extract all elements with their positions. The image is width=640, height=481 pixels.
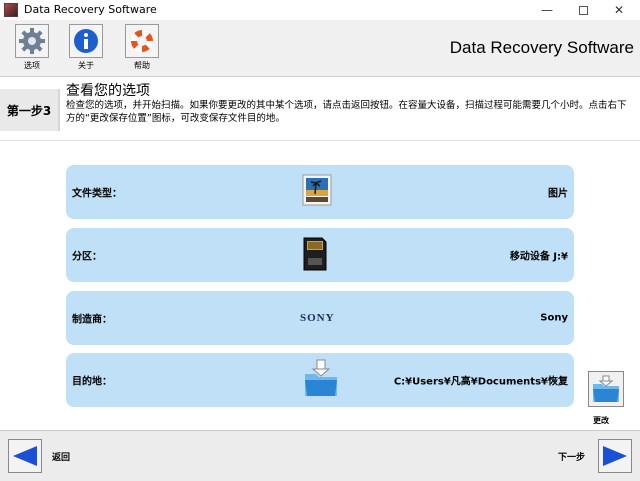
brand-title: Data Recovery Software (449, 38, 634, 57)
step-description: 检查您的选项，并开始扫描。如果你要更改的其中某个选项，请点击返回按钮。在容量大设… (66, 100, 627, 124)
lifebuoy-icon (125, 24, 159, 58)
file-type-card: 文件类型： 图片 (66, 165, 574, 219)
help-button[interactable]: 帮助 (122, 24, 162, 72)
change-label: 更改 (593, 416, 609, 425)
window-title: Data Recovery Software (24, 3, 157, 16)
step-heading: 查看您的选项 (66, 83, 150, 99)
back-button[interactable] (8, 439, 42, 473)
folder-download-icon (302, 358, 340, 402)
manufacturer-value: Sony (540, 312, 568, 324)
file-type-value: 图片 (548, 188, 568, 200)
next-button[interactable] (598, 439, 632, 473)
partition-card: 分区： 移动设备 J:¥ (66, 228, 574, 282)
arrow-right-icon (603, 446, 627, 466)
app-icon (4, 3, 18, 17)
manufacturer-card: 制造商： SONY Sony (66, 291, 574, 345)
info-icon (69, 24, 103, 58)
options-button[interactable]: 选项 (12, 24, 52, 72)
minimize-button[interactable]: — (532, 0, 562, 20)
manufacturer-label: 制造商： (72, 314, 112, 326)
arrow-left-icon (13, 446, 37, 466)
picture-icon (302, 174, 332, 210)
folder-change-icon (593, 375, 619, 402)
memory-card-icon (302, 234, 328, 276)
step-badge: 第一步3 (0, 89, 60, 131)
destination-label: 目的地： (72, 376, 112, 388)
sony-logo: SONY (300, 312, 335, 324)
partition-label: 分区： (72, 251, 102, 263)
about-button[interactable]: 关于 (66, 24, 106, 72)
maximize-icon (578, 5, 588, 15)
destination-card: 目的地： C:¥Users¥凡高¥Documents¥恢复 (66, 353, 574, 407)
toolbar: 选项 关于 帮助 Data Recovery Software (0, 20, 640, 76)
title-bar: Data Recovery Software — ✕ (0, 0, 640, 20)
step-header: 第一步3 查看您的选项 检查您的选项，并开始扫描。如果你要更改的其中某个选项，请… (0, 76, 640, 140)
gear-icon (15, 24, 49, 58)
close-button[interactable]: ✕ (604, 0, 634, 20)
help-label: 帮助 (134, 61, 150, 70)
back-label: 返回 (52, 453, 71, 463)
destination-value: C:¥Users¥凡高¥Documents¥恢复 (393, 376, 568, 388)
file-type-label: 文件类型： (72, 188, 122, 200)
maximize-button[interactable] (568, 0, 598, 20)
about-label: 关于 (78, 61, 94, 70)
next-label: 下一步 (558, 453, 586, 463)
options-label: 选项 (24, 61, 40, 70)
partition-value: 移动设备 J:¥ (509, 251, 568, 263)
change-destination-button[interactable] (588, 371, 624, 407)
options-summary: 文件类型： 图片 分区： 移动设备 J:¥ 制造商： SONY Sony 目的地… (0, 140, 640, 430)
navigation-bar: 返回 下一步 (0, 430, 640, 481)
